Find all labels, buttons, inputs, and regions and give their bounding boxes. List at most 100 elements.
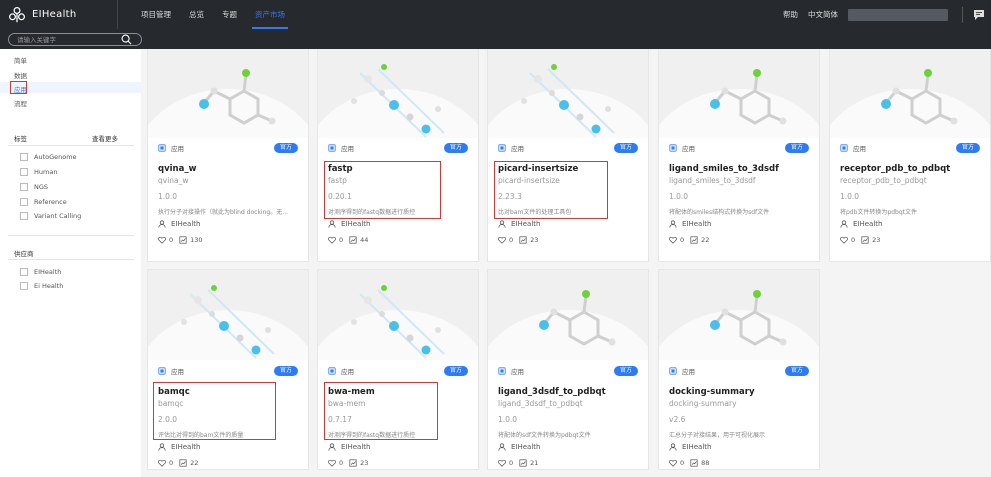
asset-card[interactable]: 应用 官方 receptor_pdb_to_pdbqt receptor_pdb… [829, 49, 991, 262]
eihealth-logo-icon [8, 6, 26, 22]
nav-project-management[interactable]: 项目管理 [132, 0, 180, 29]
supplier-checkbox[interactable]: EIHealth [20, 268, 61, 276]
language-switch[interactable]: 中文简体 [808, 9, 838, 20]
card-subtitle: picard-insertsize [498, 176, 560, 185]
nav-asset-market[interactable]: 资产市场 [246, 0, 294, 29]
asset-card[interactable]: 应用 官方 fastp fastp 0.20.1 对测序得到的fastq数据进行… [317, 49, 479, 262]
molecule-illustration [488, 290, 648, 360]
usage-count: 44 [360, 236, 369, 244]
see-more-link[interactable]: 查看更多 [92, 133, 118, 143]
owner-name: EIHealth [682, 443, 712, 451]
search-icon[interactable] [121, 34, 132, 45]
heart-icon[interactable] [498, 236, 506, 244]
divider [8, 259, 134, 260]
nav-overview[interactable]: 总览 [180, 0, 213, 29]
supplier-label: Ei Health [34, 282, 64, 290]
heart-icon[interactable] [498, 459, 506, 467]
card-title[interactable]: picard-insertsize [498, 164, 578, 174]
card-stats: 0 23 [498, 236, 538, 244]
asset-card[interactable]: 应用 官方 picard-insertsize picard-insertsiz… [487, 49, 649, 262]
app-icon [498, 367, 506, 375]
checkbox[interactable] [20, 268, 28, 276]
help-link[interactable]: 帮助 [783, 9, 798, 20]
card-title[interactable]: docking-summary [669, 387, 755, 397]
heart-icon[interactable] [328, 236, 336, 244]
heart-icon[interactable] [158, 459, 166, 467]
asset-card[interactable]: 应用 官方 docking-summary docking-summary v2… [658, 269, 820, 470]
checkbox[interactable] [20, 212, 28, 220]
heart-icon[interactable] [840, 236, 848, 244]
card-title[interactable]: ligand_smiles_to_3dsdf [669, 164, 779, 174]
type-workflow[interactable]: 流程 [14, 98, 27, 108]
card-version: 1.0.0 [158, 192, 178, 201]
card-type-label: 应用 [511, 145, 524, 153]
card-version: 2.23.3 [498, 192, 522, 201]
tag-checkbox[interactable]: Reference [20, 198, 67, 206]
card-version: 1.0.0 [840, 192, 860, 201]
card-subtitle: qvina_w [158, 176, 189, 185]
usage-count: 88 [701, 459, 710, 467]
usage-icon [349, 236, 357, 244]
card-title[interactable]: bamqc [158, 387, 190, 397]
app-icon [158, 367, 166, 375]
card-owner: EIHealth [158, 220, 200, 228]
card-owner: EIHealth [328, 220, 370, 228]
molecule-illustration [659, 290, 819, 360]
asset-card[interactable]: 应用 官方 ligand_smiles_to_3dsdf ligand_smil… [658, 49, 820, 262]
user-icon [158, 443, 166, 451]
official-badge: 官方 [273, 366, 298, 376]
asset-card[interactable]: 应用 官方 bamqc bamqc 2.0.0 评估比对得到的bam文件的质量 … [147, 269, 309, 470]
tag-checkbox[interactable]: NGS [20, 183, 48, 191]
card-title[interactable]: bwa-mem [328, 387, 375, 397]
type-simple[interactable]: 简单 [14, 55, 27, 65]
card-type-label: 应用 [682, 368, 695, 376]
card-title[interactable]: receptor_pdb_to_pdbqt [840, 164, 950, 174]
card-version: 2.0.0 [158, 415, 178, 424]
asset-card[interactable]: 应用 官方 ligand_3dsdf_to_pdbqt ligand_3dsdf… [487, 269, 649, 470]
checkbox[interactable] [20, 198, 28, 206]
divider [8, 235, 134, 236]
tag-checkbox[interactable]: Human [20, 168, 57, 176]
type-data[interactable]: 数据 [14, 70, 27, 80]
card-title[interactable]: qvina_w [158, 164, 196, 174]
dna-illustration [318, 285, 478, 360]
card-type-label: 应用 [341, 145, 354, 153]
asset-card[interactable]: 应用 官方 qvina_w qvina_w 1.0.0 执行分子对接操作（就此为… [147, 49, 309, 262]
logo[interactable]: EIHealth [0, 0, 118, 29]
user-icon [669, 220, 677, 228]
heart-icon[interactable] [158, 236, 166, 244]
supplier-checkbox[interactable]: Ei Health [20, 282, 63, 290]
card-thumbnail [488, 270, 648, 360]
search-bar [0, 29, 991, 49]
user-account[interactable] [848, 8, 948, 21]
card-thumbnail [318, 270, 478, 360]
tag-checkbox[interactable]: AutoGenome [20, 153, 77, 161]
nav-topics[interactable]: 专题 [213, 0, 246, 29]
card-version: 0.20.1 [328, 192, 352, 201]
card-subtitle: docking-summary [669, 399, 737, 408]
heart-icon[interactable] [669, 236, 677, 244]
tags-title: 标签 [14, 135, 27, 143]
card-title[interactable]: ligand_3dsdf_to_pdbqt [498, 387, 606, 397]
tag-checkbox[interactable]: Variant Calling [20, 212, 81, 220]
card-thumbnail [830, 49, 990, 138]
asset-card[interactable]: 应用 官方 bwa-mem bwa-mem 0.7.17 对测序得到的fastq… [317, 269, 479, 470]
card-owner: EIHealth [669, 220, 711, 228]
card-stats: 0 88 [669, 459, 709, 467]
message-icon[interactable] [973, 9, 985, 21]
heart-icon[interactable] [669, 459, 677, 467]
card-meta: 应用 官方 [328, 142, 468, 154]
checkbox[interactable] [20, 183, 28, 191]
card-title[interactable]: fastp [328, 164, 353, 174]
tag-label: Human [34, 168, 58, 176]
checkbox[interactable] [20, 282, 28, 290]
heart-icon[interactable] [328, 459, 336, 467]
card-version: 1.0.0 [669, 192, 689, 201]
user-icon [158, 220, 166, 228]
checkbox[interactable] [20, 153, 28, 161]
type-application[interactable]: 应用 [14, 84, 27, 94]
checkbox[interactable] [20, 168, 28, 176]
card-owner: EIHealth [328, 443, 370, 451]
card-description: 汇总分子对接结果，用于可视化展示 [669, 432, 766, 439]
usage-count: 23 [360, 459, 369, 467]
